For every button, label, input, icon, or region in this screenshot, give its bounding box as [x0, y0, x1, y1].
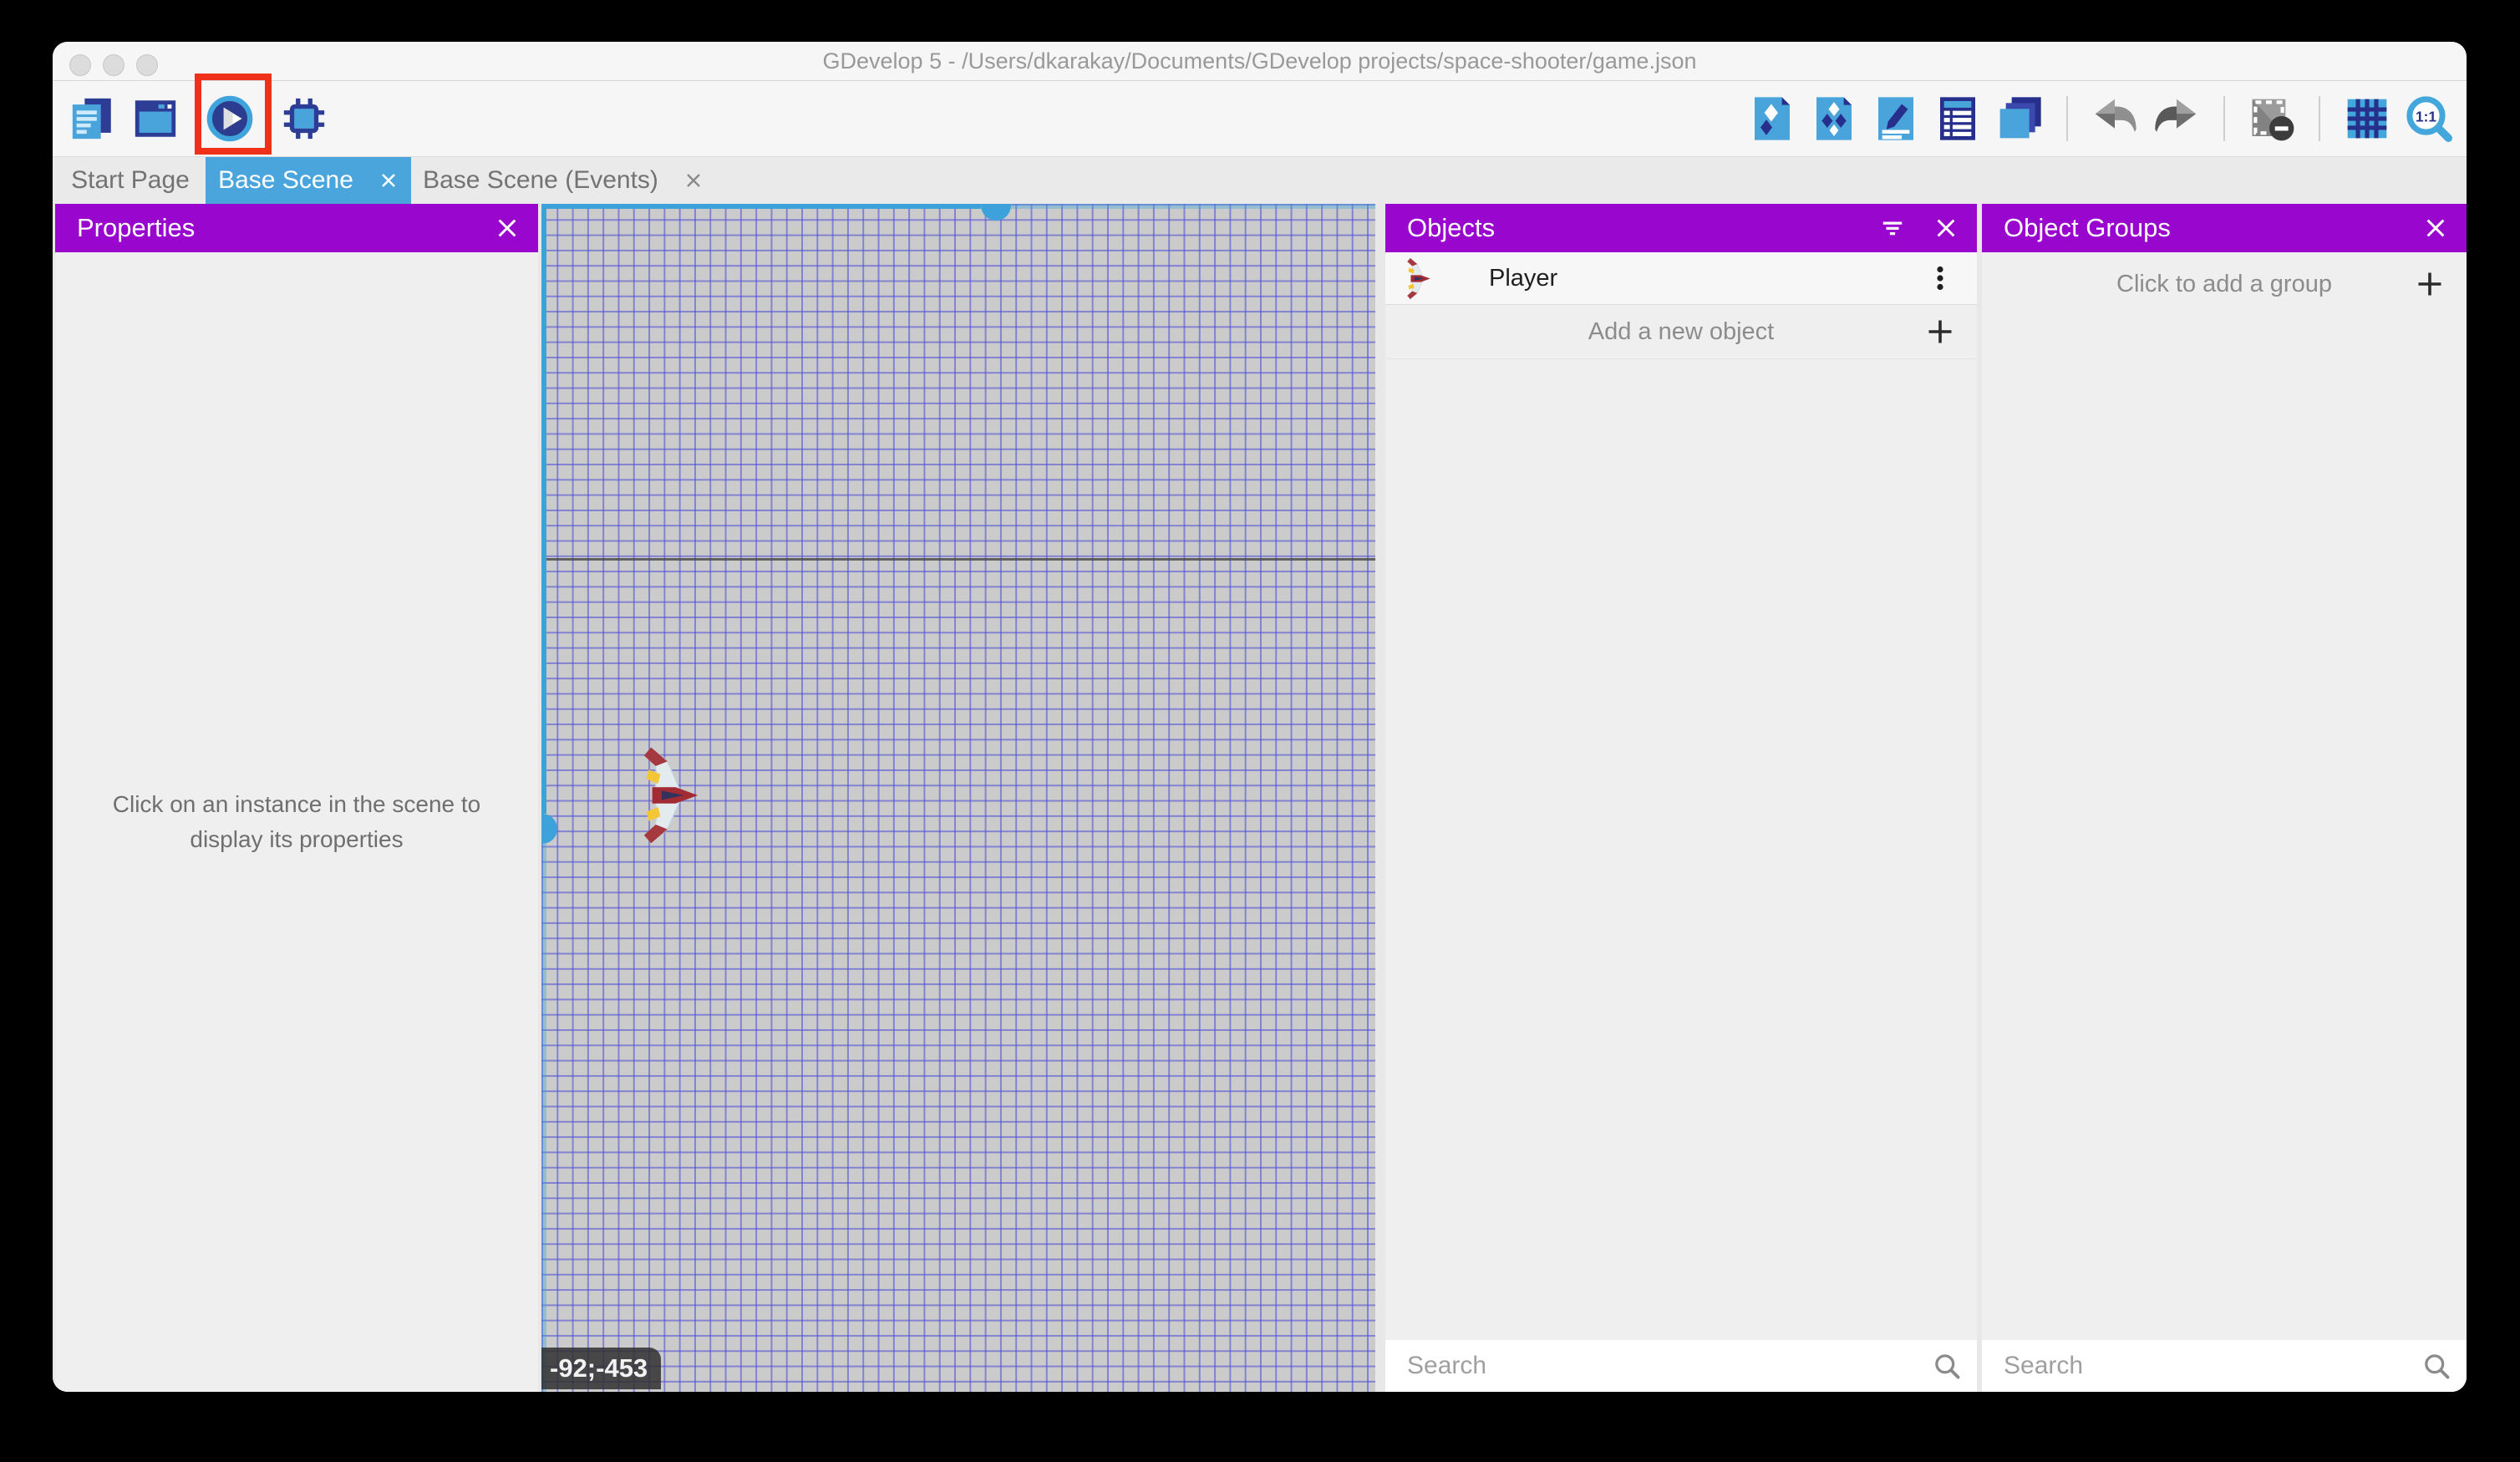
horizontal-scrollbar-track[interactable] [541, 204, 981, 209]
object-list-item-player[interactable]: Player [1385, 252, 1977, 305]
tab-label: Base Scene (Events) [423, 166, 658, 195]
svg-text:1:1: 1:1 [2416, 108, 2436, 124]
scene-window-border-line [541, 558, 1375, 561]
zoom-original-button[interactable]: 1:1 [2406, 95, 2452, 142]
editor-tab-bar: Start Page Base Scene Base Scene (Events… [53, 157, 2467, 204]
properties-editor-icon [1872, 95, 1919, 142]
objects-editor-icon [1749, 95, 1796, 142]
close-panel-icon[interactable] [495, 216, 520, 241]
window-title: GDevelop 5 - /Users/dkarakay/Documents/G… [53, 42, 2467, 80]
add-object-label: Add a new object [1437, 318, 1925, 346]
debug-icon [280, 94, 328, 143]
redo-button[interactable] [2153, 95, 2200, 142]
layers-editor-icon [1996, 95, 2043, 142]
preview-play-button[interactable] [206, 94, 254, 143]
scene-canvas[interactable]: -92;-453 [541, 204, 1375, 1392]
player-object-thumbnail [1404, 256, 1434, 302]
instances-list-icon [1934, 95, 1981, 142]
start-page-button[interactable] [131, 94, 180, 143]
close-tab-icon[interactable] [683, 170, 704, 190]
object-groups-editor-icon [1811, 95, 1857, 142]
panel-title: Object Groups [2000, 213, 2395, 243]
objects-search-input[interactable] [1385, 1340, 1977, 1392]
properties-header: Properties [55, 204, 538, 252]
project-manager-button[interactable] [69, 94, 117, 143]
undo-icon [2091, 95, 2138, 142]
properties-body: Click on an instance in the scene to dis… [55, 252, 538, 1392]
close-panel-icon[interactable] [1933, 216, 1959, 241]
objects-panel: Objects [1385, 204, 1977, 1392]
vertical-scrollbar-thumb[interactable] [541, 814, 557, 844]
open-objects-editor-button[interactable] [1749, 95, 1796, 142]
toolbar-separator [2319, 96, 2320, 141]
add-group-row[interactable]: Click to add a group [1982, 252, 2467, 316]
panel-title: Objects [1404, 213, 1852, 243]
cursor-coordinates-tooltip: -92;-453 [541, 1348, 661, 1389]
toolbar-left-group [69, 81, 328, 156]
editor-content: Properties Click on an instance in the s… [53, 204, 2467, 1392]
toggle-grid-button[interactable] [2344, 95, 2390, 142]
add-object-row[interactable]: Add a new object [1385, 305, 1977, 359]
add-group-label: Click to add a group [2034, 271, 2415, 298]
properties-empty-message: Click on an instance in the scene to dis… [55, 252, 538, 1392]
object-name: Player [1489, 265, 1557, 292]
open-properties-button[interactable] [1872, 95, 1919, 142]
toolbar-separator [2223, 96, 2225, 141]
open-object-groups-editor-button[interactable] [1811, 95, 1857, 142]
player-instance[interactable] [636, 741, 706, 850]
vertical-scrollbar-track-light[interactable] [541, 844, 546, 1392]
toolbar-separator [2066, 96, 2068, 141]
close-panel-icon[interactable] [2423, 216, 2448, 241]
grid-icon [2344, 95, 2390, 142]
toggle-window-mask-button[interactable] [2248, 95, 2295, 142]
objects-body: Player Add a new object [1385, 252, 1977, 1392]
tab-label: Base Scene [218, 166, 353, 195]
zoom-1-1-icon: 1:1 [2406, 95, 2452, 142]
properties-panel: Properties Click on an instance in the s… [55, 204, 538, 1392]
add-object-plus-icon[interactable] [1925, 317, 1955, 347]
tab-label: Start Page [71, 166, 190, 195]
undo-button[interactable] [2091, 95, 2138, 142]
objects-header: Objects [1385, 204, 1977, 252]
filter-icon[interactable] [1880, 216, 1905, 241]
horizontal-scrollbar-thumb[interactable] [981, 204, 1011, 221]
toolbar-right-group: 1:1 [1749, 81, 2452, 156]
objects-search-bar [1385, 1340, 1977, 1392]
player-ship-sprite [636, 741, 706, 850]
tab-start-page[interactable]: Start Page [55, 157, 206, 204]
groups-search-input[interactable] [1982, 1340, 2467, 1392]
window-mask-icon [2248, 95, 2295, 142]
search-icon [1932, 1351, 1962, 1385]
screenshot-stage: GDevelop 5 - /Users/dkarakay/Documents/G… [0, 0, 2520, 1462]
project-manager-icon [69, 94, 117, 143]
main-toolbar: 1:1 [53, 81, 2467, 157]
search-icon [2421, 1351, 2451, 1385]
redo-icon [2153, 95, 2200, 142]
groups-search-bar [1982, 1340, 2467, 1392]
object-groups-panel: Object Groups Click to add a group [1982, 204, 2467, 1392]
add-group-plus-icon[interactable] [2415, 269, 2445, 299]
debug-button[interactable] [280, 94, 328, 143]
object-groups-body: Click to add a group [1982, 252, 2467, 1392]
panel-title: Properties [74, 213, 466, 243]
vertical-scrollbar-track[interactable] [541, 204, 546, 814]
open-layers-editor-button[interactable] [1996, 95, 2043, 142]
open-instances-list-button[interactable] [1934, 95, 1981, 142]
horizontal-scrollbar-track-light[interactable] [1011, 204, 1375, 209]
start-page-icon [131, 94, 180, 143]
tab-base-scene-events[interactable]: Base Scene (Events) [411, 157, 715, 204]
close-tab-icon[interactable] [379, 170, 399, 190]
object-context-menu-icon[interactable] [1925, 263, 1955, 293]
play-icon [206, 94, 254, 143]
title-bar: GDevelop 5 - /Users/dkarakay/Documents/G… [53, 42, 2467, 81]
tab-base-scene[interactable]: Base Scene [206, 157, 411, 204]
object-groups-header: Object Groups [1982, 204, 2467, 252]
gdevelop-window: GDevelop 5 - /Users/dkarakay/Documents/G… [53, 42, 2467, 1392]
